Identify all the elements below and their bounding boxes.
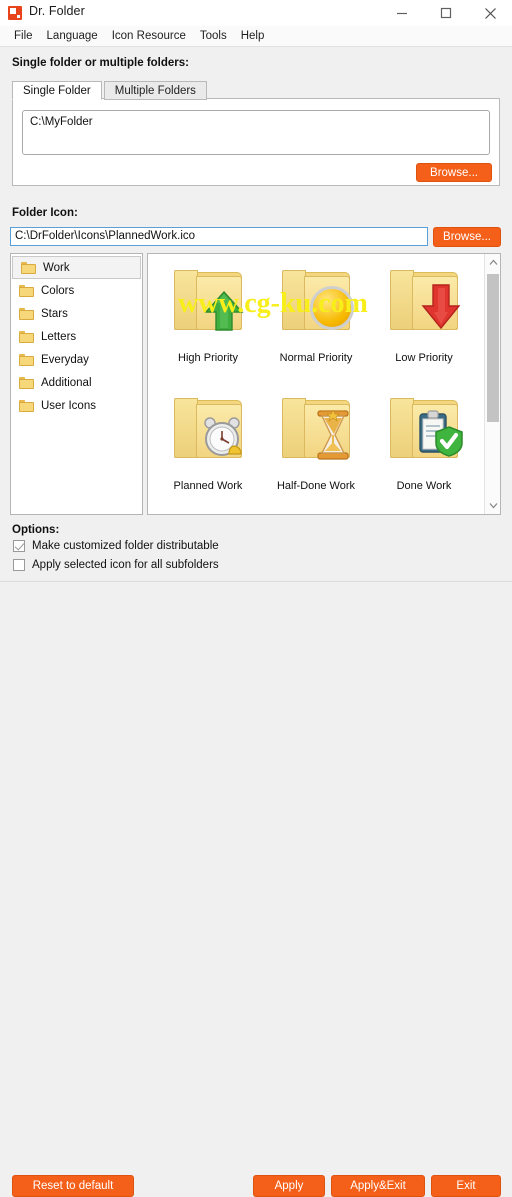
browse-icon-button[interactable]: Browse... (433, 227, 501, 247)
icon-path-input[interactable]: C:\DrFolder\Icons\PlannedWork.ico (10, 227, 428, 246)
folder-icon-label: Folder Icon: (12, 207, 78, 219)
close-icon (484, 7, 496, 19)
menu-item-tools[interactable]: Tools (193, 26, 234, 47)
option-label: Apply selected icon for all subfolders (32, 559, 219, 571)
icon-item-half-done-work[interactable]: Half-Done Work (260, 388, 372, 508)
folder-icon (19, 330, 34, 343)
category-item-stars[interactable]: Stars (11, 302, 142, 325)
icon-item-done-work[interactable]: Done Work (368, 388, 480, 508)
icon-label: High Priority (178, 352, 238, 364)
exit-button[interactable]: Exit (431, 1175, 501, 1197)
apply-and-exit-button[interactable]: Apply&Exit (331, 1175, 425, 1197)
maximize-icon (440, 7, 452, 19)
reset-to-default-button[interactable]: Reset to default (12, 1175, 134, 1197)
option-apply-subfolders[interactable]: Apply selected icon for all subfolders (13, 559, 219, 571)
icon-label: Low Priority (395, 352, 453, 364)
category-item-letters[interactable]: Letters (11, 325, 142, 348)
minimize-icon (397, 12, 407, 15)
icon-label: Half-Done Work (276, 480, 356, 492)
checkbox-icon[interactable] (13, 559, 25, 571)
alarm-clock-icon (204, 417, 242, 456)
scroll-down-button[interactable] (485, 497, 500, 514)
clipboard-check-icon (419, 410, 463, 457)
icon-art (260, 260, 372, 352)
scroll-down-arrow-icon (489, 503, 497, 509)
category-item-additional[interactable]: Additional (11, 371, 142, 394)
icon-grid-panel: High Priority Normal Priority Low Priori… (147, 253, 501, 515)
option-label: Make customized folder distributable (32, 540, 219, 552)
folder-mode-tabs: Single Folder Multiple Folders (12, 80, 207, 100)
icon-art (260, 388, 372, 480)
bottom-bar: Reset to default Apply Apply&Exit Exit (0, 582, 512, 1197)
browse-folder-button[interactable]: Browse... (416, 163, 492, 182)
icon-grid: High Priority Normal Priority Low Priori… (148, 254, 484, 514)
icon-art (368, 260, 480, 352)
hourglass-icon (317, 410, 349, 460)
category-label: Everyday (41, 353, 89, 366)
icon-label: Done Work (396, 480, 452, 492)
green-up-arrow-icon (204, 290, 244, 331)
tab-single-folder[interactable]: Single Folder (12, 81, 102, 100)
window-controls (380, 0, 512, 26)
category-label: User Icons (41, 399, 96, 412)
category-label: Letters (41, 330, 77, 343)
maximize-button[interactable] (424, 0, 468, 26)
icon-art (152, 260, 264, 352)
dr-folder-window: Dr. Folder File Language Icon Resource T… (0, 0, 512, 1197)
scrollbar-thumb[interactable] (487, 274, 499, 422)
icon-label: Normal Priority (279, 352, 353, 364)
icon-item-normal-priority[interactable]: Normal Priority (260, 260, 372, 380)
scroll-up-arrow-icon (489, 259, 497, 265)
folder-icon (19, 307, 34, 320)
window-title: Dr. Folder (29, 4, 85, 18)
icon-item-high-priority[interactable]: High Priority (152, 260, 264, 380)
category-item-colors[interactable]: Colors (11, 279, 142, 302)
icon-label: Planned Work (173, 480, 243, 492)
folder-section-label: Single folder or multiple folders: (12, 57, 189, 69)
icon-item-low-priority[interactable]: Low Priority (368, 260, 480, 380)
icon-grid-scrollbar[interactable] (484, 254, 500, 514)
category-label: Work (43, 261, 70, 274)
folder-icon (19, 353, 34, 366)
folder-icon (19, 376, 34, 389)
icon-category-list[interactable]: Work Colors Stars Letters Everyday Addit… (10, 253, 143, 515)
category-label: Stars (41, 307, 68, 320)
folder-icon (19, 284, 34, 297)
folder-path-input[interactable]: C:\MyFolder (22, 110, 490, 155)
folder-icon (19, 399, 34, 412)
menu-item-file[interactable]: File (7, 26, 40, 47)
icon-art (152, 388, 264, 480)
menu-item-language[interactable]: Language (40, 26, 105, 47)
icon-item-planned-work[interactable]: Planned Work (152, 388, 264, 508)
category-item-work[interactable]: Work (12, 256, 141, 279)
yellow-circle-icon (310, 286, 354, 330)
icon-art (368, 388, 480, 480)
category-item-everyday[interactable]: Everyday (11, 348, 142, 371)
category-label: Additional (41, 376, 92, 389)
apply-button[interactable]: Apply (253, 1175, 325, 1197)
scroll-up-button[interactable] (485, 254, 500, 271)
category-label: Colors (41, 284, 75, 297)
menu-bar: File Language Icon Resource Tools Help (0, 26, 512, 47)
folder-icon (21, 261, 36, 274)
category-item-user-icons[interactable]: User Icons (11, 394, 142, 417)
checkbox-icon[interactable] (13, 540, 25, 552)
red-down-arrow-icon (421, 284, 461, 330)
minimize-button[interactable] (380, 0, 424, 26)
menu-item-help[interactable]: Help (234, 26, 272, 47)
menu-item-icon-resource[interactable]: Icon Resource (105, 26, 193, 47)
tab-multiple-folders[interactable]: Multiple Folders (103, 81, 207, 100)
dr-folder-app-icon (8, 6, 22, 20)
title-bar: Dr. Folder (0, 0, 512, 26)
close-button[interactable] (468, 0, 512, 26)
option-make-distributable[interactable]: Make customized folder distributable (13, 540, 219, 552)
options-label: Options: (12, 524, 60, 536)
